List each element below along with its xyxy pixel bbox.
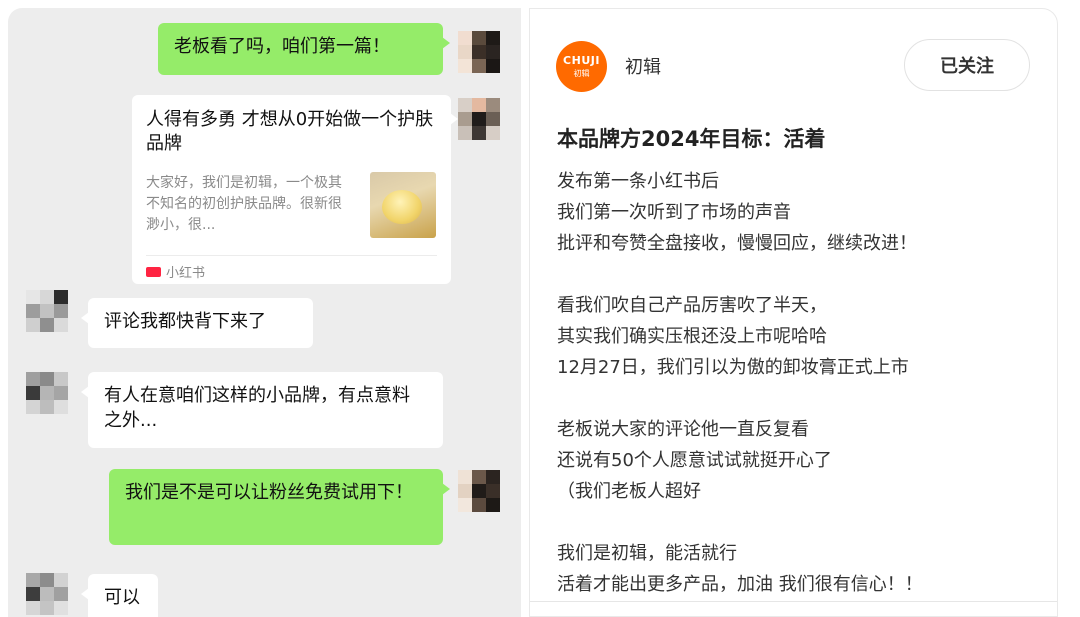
divider bbox=[530, 601, 1057, 602]
my-avatar[interactable] bbox=[458, 470, 500, 512]
contact-avatar[interactable] bbox=[26, 290, 68, 332]
chat-message-other[interactable]: 有人在意咱们这样的小品牌，有点意料之外... bbox=[81, 372, 443, 448]
post-line: 看我们吹自己产品厉害吹了半天， bbox=[557, 295, 827, 316]
post-line: 批评和夸赞全盘接收，慢慢回应，继续改进！ bbox=[557, 233, 917, 254]
card-divider bbox=[146, 255, 437, 256]
chat-message-me[interactable]: 我们是不是可以让粉丝免费试用下！ bbox=[109, 469, 450, 545]
xiaohongshu-icon bbox=[146, 266, 161, 277]
post-line: 活着才能出更多产品，加油 我们很有信心！！ bbox=[557, 574, 923, 595]
chat-message-other[interactable]: 可以 bbox=[81, 574, 158, 617]
follow-button[interactable]: 已关注 bbox=[904, 39, 1030, 91]
card-thumbnail-image bbox=[370, 172, 436, 238]
chat-message-me[interactable]: 老板看了吗，咱们第一篇！ bbox=[158, 23, 450, 75]
my-avatar[interactable] bbox=[458, 98, 500, 140]
post-line: 老板说大家的评论他一直反复看 bbox=[557, 419, 809, 440]
post-line: （我们老板人超好 bbox=[557, 481, 701, 502]
post-line: 12月27日，我们引以为傲的卸妆膏正式上市 bbox=[557, 357, 909, 378]
xiaohongshu-post-panel: CHUJI 初辑 初辑 已关注 本品牌方2024年目标：活着 发布第一条小红书后… bbox=[529, 8, 1058, 617]
contact-avatar[interactable] bbox=[26, 372, 68, 414]
chat-message-other[interactable]: 评论我都快背下来了 bbox=[81, 298, 313, 348]
post-line: 我们是初辑，能活就行 bbox=[557, 543, 737, 564]
author-name[interactable]: 初辑 bbox=[625, 53, 661, 79]
post-line-blank bbox=[557, 383, 1037, 414]
post-line: 还说有50个人愿意试试就挺开心了 bbox=[557, 450, 832, 471]
card-source: 小红书 bbox=[146, 262, 205, 281]
contact-avatar[interactable] bbox=[26, 573, 68, 615]
brand-logo-subtext: 初辑 bbox=[573, 69, 590, 78]
post-body: 发布第一条小红书后 我们第一次听到了市场的声音 批评和夸赞全盘接收，慢慢回应，继… bbox=[557, 166, 1037, 600]
shared-note-card[interactable]: 人得有多勇 才想从0开始做一个护肤品牌 大家好，我们是初辑，一个极其不知名的初创… bbox=[132, 95, 458, 284]
card-description: 大家好，我们是初辑，一个极其不知名的初创护肤品牌。很新很渺小，很... bbox=[146, 175, 342, 233]
post-line: 其实我们确实压根还没上市呢哈哈 bbox=[557, 326, 827, 347]
post-title: 本品牌方2024年目标：活着 bbox=[557, 127, 826, 151]
brand-avatar[interactable]: CHUJI 初辑 bbox=[556, 41, 607, 92]
card-source-label: 小红书 bbox=[166, 266, 206, 281]
my-avatar[interactable] bbox=[458, 31, 500, 73]
post-line-blank bbox=[557, 507, 1037, 538]
chat-panel: 老板看了吗，咱们第一篇！ 人得有多勇 才想从0开始做一个护肤品牌 大家好，我们是… bbox=[8, 8, 521, 617]
post-line: 发布第一条小红书后 bbox=[557, 171, 719, 192]
post-line: 我们第一次听到了市场的声音 bbox=[557, 202, 791, 223]
brand-logo-text: CHUJI bbox=[563, 54, 600, 67]
card-title: 人得有多勇 才想从0开始做一个护肤品牌 bbox=[146, 109, 434, 154]
post-line-blank bbox=[557, 259, 1037, 290]
